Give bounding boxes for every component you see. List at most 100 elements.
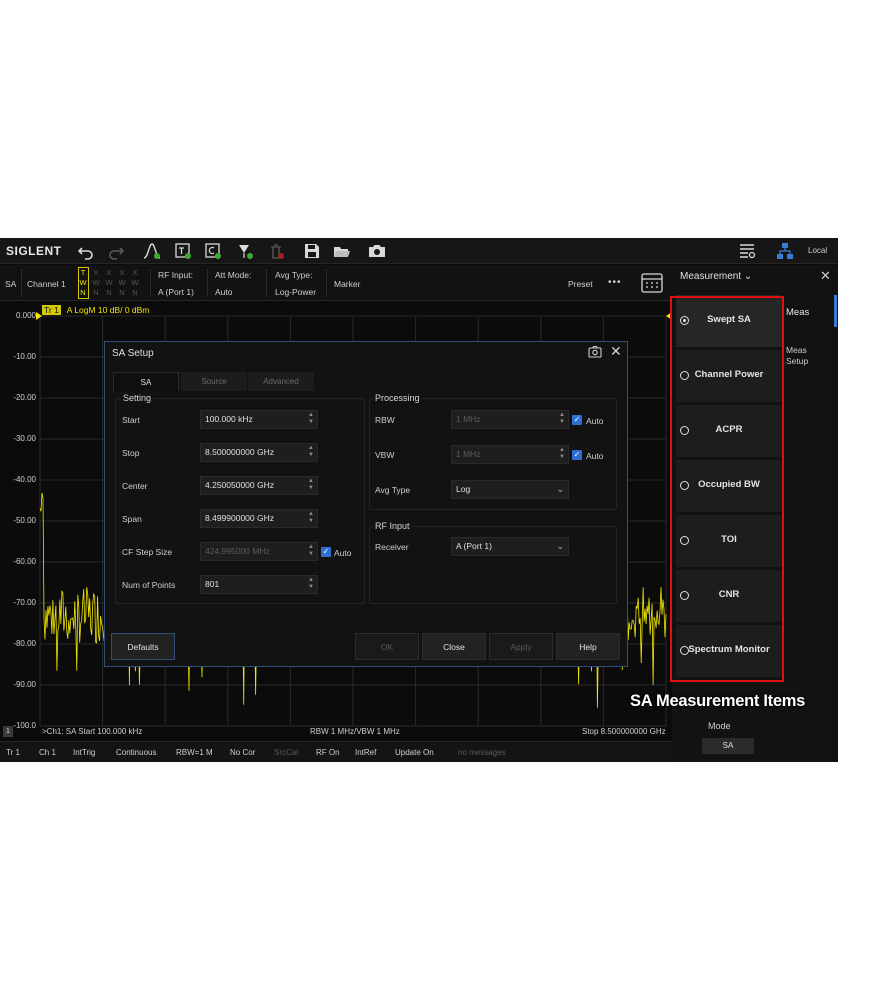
mode-selector[interactable]: SA: [702, 738, 754, 754]
preset-button[interactable]: Preset: [568, 279, 593, 289]
autoset-icon[interactable]: [142, 241, 162, 261]
save-icon[interactable]: [302, 241, 322, 261]
num-points-input[interactable]: 801 ▲ ▼: [200, 575, 318, 594]
plot-footer: 1 >Ch1: SA Start 100.000 kHz RBW 1 MHz/V…: [0, 725, 672, 739]
open-folder-icon[interactable]: [332, 241, 352, 261]
chevron-down-icon: ⌄: [556, 541, 564, 551]
trace-status-grid[interactable]: TXXXXWWWWWNNNNN: [78, 267, 142, 299]
vbw-spinner-icon[interactable]: ▲ ▼: [558, 447, 566, 463]
side-tab-meas-setup-line1: Meas: [786, 345, 807, 355]
marker-button[interactable]: Marker: [334, 279, 360, 289]
status-channel[interactable]: Ch 1: [39, 748, 56, 757]
span-spinner-icon[interactable]: ▲ ▼: [307, 511, 315, 527]
stop-spinner-icon[interactable]: ▲ ▼: [307, 445, 315, 461]
cf-step-auto-checkbox[interactable]: ✓: [321, 547, 331, 557]
vbw-auto-checkbox[interactable]: ✓: [572, 450, 582, 460]
trace-grid-cell[interactable]: W: [117, 278, 127, 287]
channel-selector[interactable]: Channel 1: [27, 279, 66, 289]
y-tick-label: -60.00: [13, 557, 36, 566]
att-mode-label: Att Mode:: [215, 270, 252, 280]
receiver-label: Receiver: [375, 542, 409, 552]
avg-type-select[interactable]: Log ⌄: [451, 480, 569, 499]
trace-grid-cell[interactable]: N: [130, 288, 140, 297]
att-mode-value[interactable]: Auto: [215, 287, 233, 297]
status-update[interactable]: Update On: [395, 748, 434, 757]
trace-grid-cell[interactable]: X: [130, 268, 140, 277]
trace-grid-cell[interactable]: W: [78, 278, 88, 287]
defaults-button[interactable]: Defaults: [111, 633, 175, 660]
trace-grid-cell[interactable]: T: [78, 268, 88, 277]
screenshot-icon[interactable]: [588, 345, 602, 359]
tab-advanced[interactable]: Advanced: [248, 372, 314, 391]
status-reference[interactable]: IntRef: [355, 748, 376, 757]
tab-sa[interactable]: SA: [113, 372, 179, 391]
status-sweep[interactable]: Continuous: [116, 748, 156, 757]
close-icon[interactable]: ✕: [820, 268, 831, 284]
cf-step-spinner-icon[interactable]: ▲ ▼: [307, 544, 315, 560]
status-srccal[interactable]: SrcCal: [274, 748, 298, 757]
status-correction[interactable]: No Cor: [230, 748, 255, 757]
trace-grid-cell[interactable]: X: [117, 268, 127, 277]
channel-badge[interactable]: 1: [3, 726, 13, 737]
trace-grid-cell[interactable]: N: [78, 288, 88, 297]
status-trigger[interactable]: IntTrig: [73, 748, 95, 757]
rbw-auto-checkbox[interactable]: ✓: [572, 415, 582, 425]
trace-tag[interactable]: Tr 1: [42, 305, 61, 315]
trace-grid-cell[interactable]: W: [130, 278, 140, 287]
receiver-select[interactable]: A (Port 1) ⌄: [451, 537, 569, 556]
stop-value: 8.500000000 GHz: [205, 447, 274, 457]
ok-button[interactable]: OK: [355, 633, 419, 660]
undo-icon[interactable]: [76, 241, 96, 261]
network-icon[interactable]: [775, 241, 795, 261]
trace-grid-cell[interactable]: X: [91, 268, 101, 277]
span-input[interactable]: 8.499900000 GHz ▲ ▼: [200, 509, 318, 528]
cf-step-label: CF Step Size: [122, 547, 173, 557]
span-value: 8.499900000 GHz: [205, 513, 274, 523]
apply-button[interactable]: Apply: [489, 633, 553, 660]
trace-grid-cell[interactable]: N: [104, 288, 114, 297]
rbw-input[interactable]: 1 MHz ▲ ▼: [451, 410, 569, 429]
vbw-input[interactable]: 1 MHz ▲ ▼: [451, 445, 569, 464]
avg-type-value[interactable]: Log-Power: [275, 287, 316, 297]
keyboard-icon[interactable]: [641, 273, 663, 295]
camera-icon[interactable]: [367, 241, 387, 261]
status-rbw[interactable]: RBW=1 M: [176, 748, 213, 757]
settings-list-icon[interactable]: [737, 241, 757, 261]
start-input[interactable]: 100.000 kHz ▲ ▼: [200, 410, 318, 429]
trace-grid-cell[interactable]: X: [104, 268, 114, 277]
redo-icon[interactable]: [106, 241, 126, 261]
rbw-vbw-info: RBW 1 MHz/VBW 1 MHz: [310, 727, 400, 736]
rf-input-group-title: RF Input: [373, 521, 412, 531]
status-trace[interactable]: Tr 1: [6, 748, 20, 757]
rbw-spinner-icon[interactable]: ▲ ▼: [558, 412, 566, 428]
tab-source[interactable]: Source: [181, 372, 247, 391]
more-options-icon[interactable]: •••: [608, 277, 622, 288]
num-points-spinner-icon[interactable]: ▲ ▼: [307, 577, 315, 593]
status-rf[interactable]: RF On: [316, 748, 340, 757]
trace-grid-cell[interactable]: W: [104, 278, 114, 287]
status-bar: Tr 1 Ch 1 IntTrig Continuous RBW=1 M No …: [0, 741, 672, 762]
side-tab-meas-setup[interactable]: Meas Setup: [786, 345, 834, 367]
trace-grid-cell[interactable]: W: [91, 278, 101, 287]
cf-step-input[interactable]: 424.995000 MHz ▲ ▼: [200, 542, 318, 561]
cf-step-value: 424.995000 MHz: [205, 546, 270, 556]
mode-indicator[interactable]: SA: [5, 279, 16, 289]
close-button[interactable]: Close: [422, 633, 486, 660]
side-tab-meas[interactable]: Meas: [786, 307, 834, 318]
delete-icon[interactable]: [266, 241, 286, 261]
trace-grid-cell[interactable]: N: [91, 288, 101, 297]
start-spinner-icon[interactable]: ▲ ▼: [307, 412, 315, 428]
trace-grid-cell[interactable]: N: [117, 288, 127, 297]
rf-input-value[interactable]: A (Port 1): [158, 287, 194, 297]
help-button[interactable]: Help: [556, 633, 620, 660]
add-trace-icon[interactable]: [173, 241, 193, 261]
center-input[interactable]: 4.250050000 GHz ▲ ▼: [200, 476, 318, 495]
dialog-close-icon[interactable]: ✕: [610, 343, 622, 360]
center-spinner-icon[interactable]: ▲ ▼: [307, 478, 315, 494]
measurement-panel-title[interactable]: Measurement ⌄: [680, 271, 752, 282]
add-channel-icon[interactable]: [203, 241, 223, 261]
side-tab-indicator: [834, 295, 837, 327]
stop-input[interactable]: 8.500000000 GHz ▲ ▼: [200, 443, 318, 462]
add-marker-icon[interactable]: [235, 241, 255, 261]
avg-type-select-value: Log: [456, 484, 471, 494]
